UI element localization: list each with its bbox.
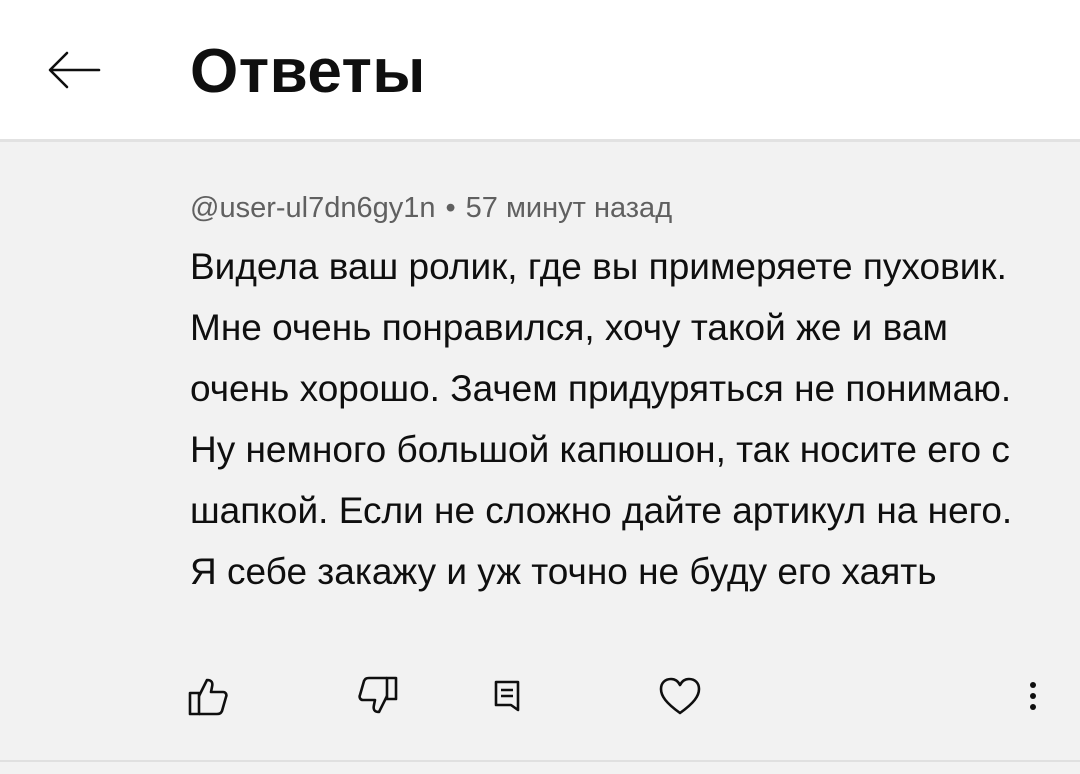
comment-meta: @user-ul7dn6gy1n • 57 минут назад [190, 186, 1040, 230]
dislike-button[interactable] [350, 666, 406, 726]
divider [0, 760, 1080, 762]
back-button[interactable] [44, 42, 104, 98]
heart-button[interactable] [652, 666, 708, 726]
arrow-left-icon [48, 51, 101, 89]
meta-separator: • [445, 192, 456, 224]
thumbs-down-icon [358, 676, 398, 714]
top-app-bar: Ответы [0, 0, 1080, 142]
reply-button[interactable] [479, 666, 535, 726]
comment: @user-ul7dn6gy1n • 57 минут назад Видела в… [190, 186, 1040, 602]
comment-time[interactable]: 57 минут назад [466, 192, 672, 224]
more-options-button[interactable] [1005, 666, 1061, 726]
heart-icon [659, 677, 701, 715]
comment-text: Видела ваш ролик, где вы примеряете пухо… [190, 246, 1013, 592]
page-title: Ответы [190, 37, 426, 106]
comment-author[interactable]: @user-ul7dn6gy1n [190, 192, 435, 224]
comment-actions [0, 666, 1080, 726]
thumbs-up-icon [188, 678, 228, 716]
more-vertical-icon [1030, 682, 1036, 710]
like-button[interactable] [180, 666, 236, 726]
reply-comment-icon [494, 680, 520, 712]
